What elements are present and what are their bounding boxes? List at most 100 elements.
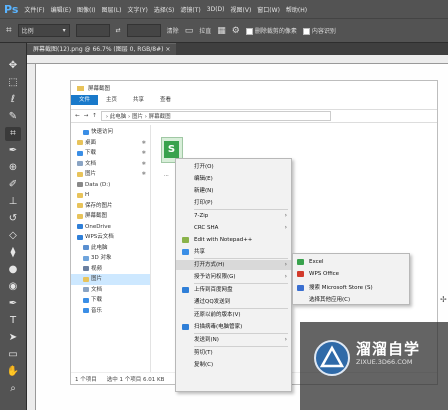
context-menu-label: 打印(P)	[194, 200, 213, 206]
context-menu-item[interactable]: 还原以前的版本(V)	[176, 310, 291, 320]
ratio-select[interactable]: 比例 ▾	[17, 24, 70, 37]
straighten-icon[interactable]: ▭	[185, 26, 194, 36]
eyedropper-tool-icon[interactable]: ✒	[5, 144, 21, 158]
context-menu-item[interactable]: 剪切(T)	[176, 348, 291, 358]
context-menu-item[interactable]: 共享	[176, 247, 291, 257]
menu-layer[interactable]: 图层(L)	[102, 5, 122, 14]
ribbon-tab-view[interactable]: 查看	[152, 95, 179, 105]
swap-icon[interactable]: ⇄	[116, 27, 121, 34]
menu-view[interactable]: 视图(V)	[231, 5, 252, 14]
menu-image[interactable]: 图像(I)	[77, 5, 95, 14]
context-menu-item[interactable]: CRC SHA ›	[176, 223, 291, 233]
grid-overlay-icon[interactable]: ▦	[217, 26, 226, 36]
context-menu-label: 打开方式(H)	[194, 262, 225, 268]
nav-item[interactable]: 图片 ✱	[71, 169, 150, 180]
menu-filter[interactable]: 滤镜(T)	[180, 5, 200, 14]
stamp-tool-icon[interactable]: ⊥	[5, 195, 21, 209]
clear-button[interactable]: 清除	[167, 26, 179, 35]
nav-item[interactable]: 音乐	[71, 306, 150, 317]
move-tool-icon[interactable]: ✥	[5, 59, 21, 73]
marquee-tool-icon[interactable]: ⬚	[5, 76, 21, 90]
crop-tool-icon[interactable]: ⌗	[5, 127, 21, 141]
context-menu-item[interactable]: 授予访问权限(G) ›	[176, 272, 291, 282]
context-menu-item[interactable]: 编辑(E)	[176, 174, 291, 184]
download-icon	[83, 297, 89, 303]
dodge-tool-icon[interactable]: ◉	[5, 280, 21, 294]
menu-type[interactable]: 文字(Y)	[128, 5, 148, 14]
delete-cropped-checkbox[interactable]: 删除裁剪的像素	[245, 26, 297, 35]
shield-icon	[182, 324, 189, 330]
context-menu-item[interactable]: Edit with Notepad++	[176, 235, 291, 245]
nav-item[interactable]: 图片	[71, 274, 150, 285]
nav-item[interactable]: 文档	[71, 285, 150, 296]
context-menu-item[interactable]: 打印(P)	[176, 198, 291, 208]
nav-item-label: 3D 对象	[91, 255, 112, 261]
nav-item[interactable]: 文档 ✱	[71, 159, 150, 170]
context-menu-item[interactable]: 新建(N)	[176, 186, 291, 196]
nav-item[interactable]: 屏幕截图	[71, 211, 150, 222]
context-menu-item[interactable]: 打开(O)	[176, 162, 291, 172]
nav-item[interactable]: Data (D:)	[71, 180, 150, 191]
nav-item[interactable]: 3D 对象	[71, 253, 150, 264]
pin-icon: ✱	[141, 171, 146, 177]
blur-tool-icon[interactable]: ●	[5, 263, 21, 277]
back-arrow-icon[interactable]: ←	[75, 113, 80, 119]
context-menu-item[interactable]: 通过QQ发送到	[176, 297, 291, 307]
menu-help[interactable]: 帮助(H)	[286, 5, 307, 14]
menu-select[interactable]: 选择(S)	[154, 5, 175, 14]
document-icon	[83, 287, 89, 293]
ribbon-tab-home[interactable]: 主页	[98, 95, 125, 105]
nav-item[interactable]: 下载 ✱	[71, 148, 150, 159]
nav-item[interactable]: 快速访问	[71, 127, 150, 138]
context-menu-item[interactable]: 发送到(N) ›	[176, 335, 291, 345]
lasso-tool-icon[interactable]: ℓ	[5, 93, 21, 107]
up-arrow-icon[interactable]: ↑	[92, 113, 97, 119]
width-field[interactable]	[75, 24, 110, 37]
ribbon-tab-share[interactable]: 共享	[125, 95, 152, 105]
context-menu-item[interactable]: 打开方式(H) ›	[176, 260, 291, 270]
menu-window[interactable]: 窗口(W)	[257, 5, 280, 14]
nav-item[interactable]: OneDrive	[71, 222, 150, 233]
nav-item[interactable]: 视频	[71, 264, 150, 275]
nav-item-label: 音乐	[91, 307, 103, 314]
menu-edit[interactable]: 编辑(E)	[51, 5, 71, 14]
quick-select-tool-icon[interactable]: ✎	[5, 110, 21, 124]
zoom-tool-icon[interactable]: ⌕	[5, 382, 21, 396]
document-tab[interactable]: 屏幕截图(12).png @ 66.7% (图层 0, RGB/8#) ×	[27, 43, 177, 55]
nav-item[interactable]: 保存的图片	[71, 201, 150, 212]
nav-item[interactable]: WPS云文档	[71, 232, 150, 243]
nav-item[interactable]: 下载	[71, 295, 150, 306]
straighten-button[interactable]: 拉直	[199, 26, 211, 35]
menu-file[interactable]: 文件(F)	[24, 5, 44, 14]
context-menu-item[interactable]: 上传到百度网盘	[176, 285, 291, 295]
shape-tool-icon[interactable]: ▭	[5, 348, 21, 362]
history-brush-tool-icon[interactable]: ↺	[5, 212, 21, 226]
crop-tool-icon[interactable]: ⌗	[6, 25, 12, 36]
hand-tool-icon[interactable]: ✋	[5, 365, 21, 379]
eraser-tool-icon[interactable]: ◇	[5, 229, 21, 243]
context-menu-item[interactable]: 7-Zip ›	[176, 211, 291, 221]
submenu-item[interactable]: Excel	[293, 257, 409, 267]
path-select-tool-icon[interactable]: ➤	[5, 331, 21, 345]
nav-item[interactable]: 此电脑	[71, 243, 150, 254]
nav-item[interactable]: H	[71, 190, 150, 201]
height-field[interactable]	[126, 24, 161, 37]
ribbon-tab-file[interactable]: 文件	[71, 95, 99, 105]
paint-bucket-tool-icon[interactable]: ⧫	[5, 246, 21, 260]
type-tool-icon[interactable]: T	[5, 314, 21, 328]
content-aware-checkbox[interactable]: 内容识别	[302, 26, 336, 35]
gear-icon[interactable]: ⚙	[232, 26, 240, 36]
nav-item[interactable]: 桌面 ✱	[71, 138, 150, 149]
submenu-item[interactable]: 选择其他应用(C)	[293, 295, 409, 305]
pen-tool-icon[interactable]: ✒	[5, 297, 21, 311]
brush-tool-icon[interactable]: ✐	[5, 178, 21, 192]
submenu-item[interactable]: WPS Office	[293, 269, 409, 279]
forward-arrow-icon[interactable]: →	[84, 113, 89, 119]
address-field[interactable]: › 此电脑 › 图片 › 屏幕截图	[100, 111, 331, 121]
context-menu-item[interactable]: 扫描病毒(电脑管家)	[176, 322, 291, 332]
healing-tool-icon[interactable]: ⊕	[5, 161, 21, 175]
context-menu-item[interactable]: 复制(C)	[176, 360, 291, 370]
menu-3d[interactable]: 3D(D)	[207, 6, 225, 13]
folder-icon	[77, 140, 83, 146]
submenu-item[interactable]: 搜索 Microsoft Store (S)	[293, 283, 409, 293]
